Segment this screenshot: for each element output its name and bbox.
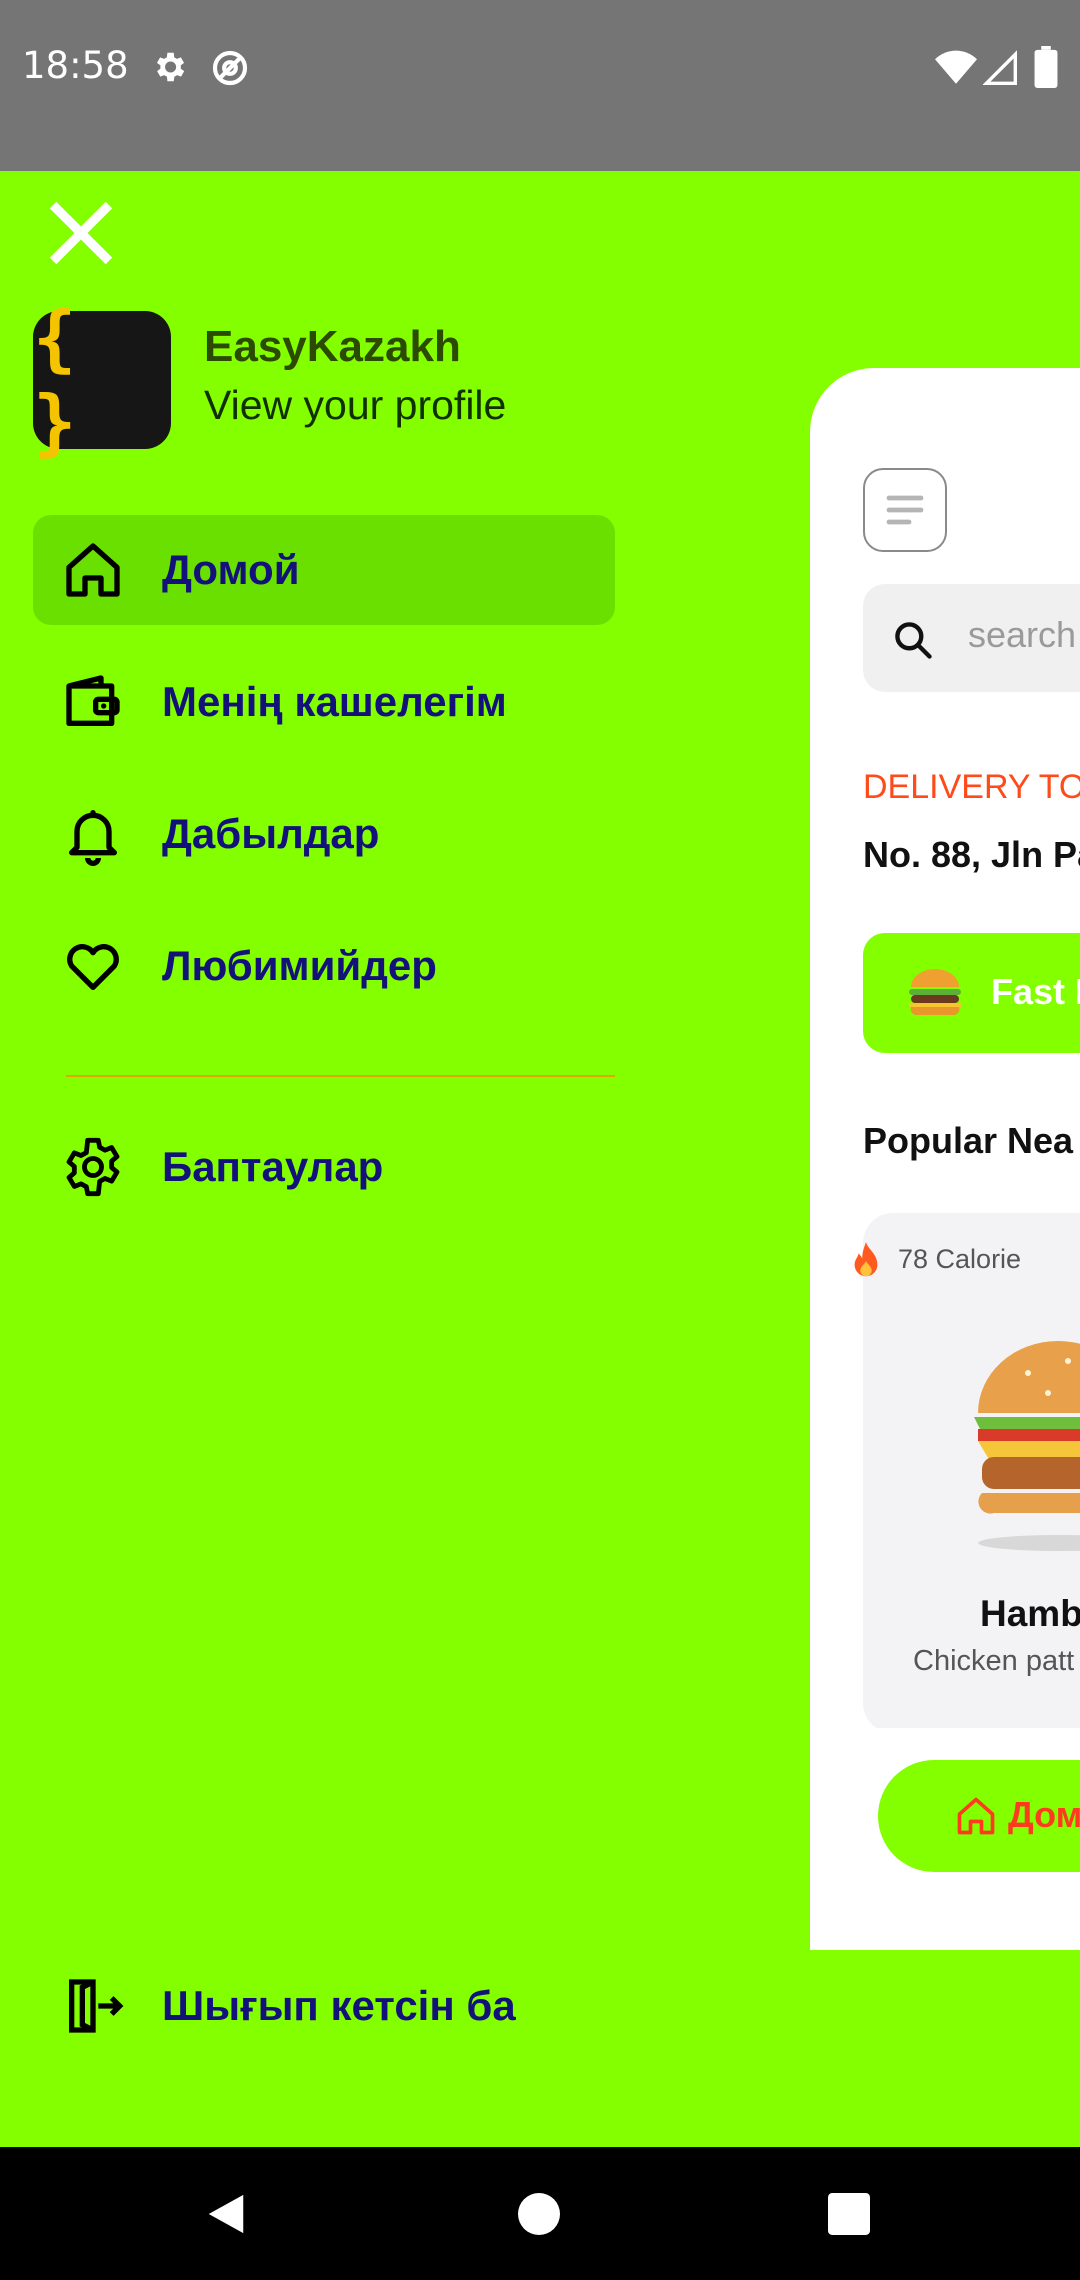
at-sign-status-icon: [212, 50, 248, 86]
menu-item-settings[interactable]: Баптаулар: [33, 1112, 615, 1222]
menu-item-favorites[interactable]: Любимийдер: [33, 911, 615, 1021]
bottom-tab-bar: Дом: [810, 1728, 1080, 1950]
menu-label-settings: Баптаулар: [162, 1143, 384, 1190]
main-screen-preview[interactable]: search DELIVERY TO No. 88, Jln Pa Fast I…: [810, 368, 1080, 1950]
logout-button[interactable]: Шығып кетсін ба: [33, 1951, 615, 2061]
menu-label-favorites: Любимийдер: [162, 942, 437, 989]
cell-signal-icon: [983, 50, 1017, 85]
menu-item-notifications[interactable]: Дабылдар: [33, 779, 615, 889]
home-tab-icon: [957, 1797, 995, 1835]
menu-button[interactable]: [863, 468, 947, 552]
menu-label-notifications: Дабылдар: [162, 810, 380, 857]
calories-info: 78 Calorie: [854, 1242, 1022, 1277]
wallet-icon: [66, 675, 120, 726]
status-time: 18:58: [22, 44, 129, 87]
calories-text: 78 Calorie: [898, 1244, 1022, 1274]
logout-icon: [69, 1979, 124, 2033]
close-icon[interactable]: [44, 196, 118, 270]
view-profile-link[interactable]: View your profile: [204, 382, 506, 429]
heart-icon: [67, 944, 119, 990]
app-name: EasyKazakh: [204, 322, 461, 371]
hamburger-image: [974, 1341, 1080, 1551]
food-title: Hamb: [980, 1593, 1080, 1634]
bell-icon: [69, 810, 117, 866]
home-nav-icon[interactable]: [518, 2193, 560, 2235]
fire-icon: [854, 1242, 878, 1277]
tab-home[interactable]: Дом: [878, 1760, 1080, 1872]
menu-item-wallet[interactable]: Менің кашелегім: [33, 647, 615, 757]
delivery-label: DELIVERY TO: [863, 768, 1080, 806]
menu-item-home[interactable]: Домой: [33, 515, 615, 625]
search-icon: [895, 622, 932, 659]
app-logo: { }: [33, 296, 171, 464]
search-placeholder: search: [968, 614, 1077, 655]
settings-status-icon: [156, 52, 185, 82]
wifi-icon: [935, 50, 977, 84]
category-label: Fast I: [991, 971, 1080, 1012]
app-logo-text: { }: [33, 296, 81, 464]
tab-home-label: Дом: [1008, 1794, 1080, 1835]
home-icon: [66, 543, 120, 597]
system-navigation-bar: [0, 2147, 1080, 2280]
menu-lines-icon: [886, 495, 924, 525]
delivery-address[interactable]: No. 88, Jln Pa: [863, 834, 1080, 876]
status-bar: 18:58: [0, 0, 1080, 171]
section-title: Popular Nea: [863, 1120, 1074, 1161]
gear-icon: [66, 1137, 120, 1197]
food-description: Chicken patt: [913, 1645, 1075, 1677]
menu-divider: [66, 1075, 615, 1077]
category-chip[interactable]: Fast I: [863, 933, 1080, 1053]
back-icon[interactable]: [204, 2191, 248, 2237]
logout-label: Шығып кетсін ба: [162, 1982, 516, 2029]
battery-icon: [1034, 46, 1058, 88]
burger-icon: [909, 969, 961, 1016]
recents-icon[interactable]: [828, 2193, 870, 2235]
menu-label-wallet: Менің кашелегім: [162, 678, 507, 725]
menu-label-home: Домой: [162, 546, 300, 593]
search-input[interactable]: search: [863, 584, 1080, 692]
